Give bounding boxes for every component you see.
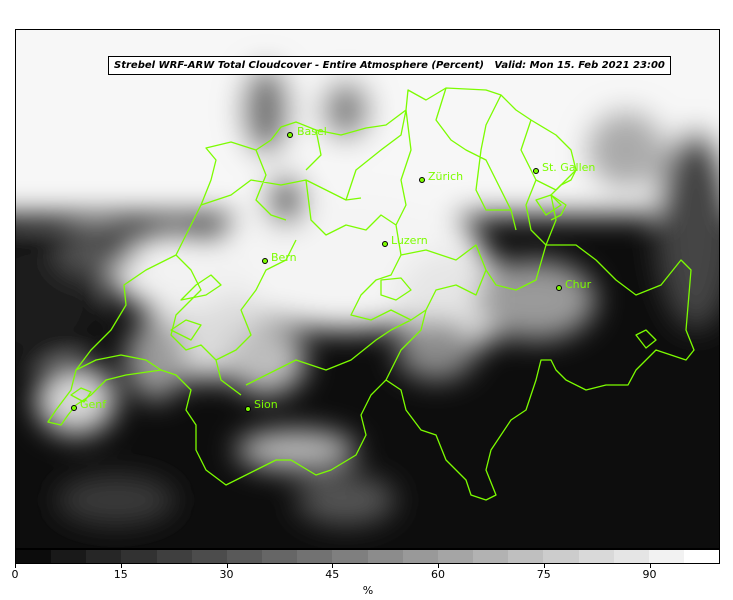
title-valid: Valid: Mon 15. Feb 2021 23:00 [494, 60, 665, 71]
city-label-zurich: Zürich [428, 170, 464, 183]
cloudcover-map [16, 30, 719, 525]
colorbar-tick-label: 45 [325, 568, 340, 581]
city-label-sion: Sion [254, 398, 278, 411]
city-dot-basel [287, 132, 293, 138]
colorbar-segment [648, 550, 684, 563]
colorbar-tick-label: 30 [219, 568, 234, 581]
city-dot-luzern [382, 241, 388, 247]
colorbar-segment [402, 550, 438, 563]
colorbar-tick-label: 15 [113, 568, 128, 581]
colorbar-segment [297, 550, 333, 563]
colorbar-segment [367, 550, 403, 563]
colorbar-segment [578, 550, 614, 563]
city-label-st-gallen: St. Gallen [542, 161, 596, 174]
city-dot-sion [245, 406, 251, 412]
colorbar-segment [121, 550, 157, 563]
colorbar-segment [508, 550, 544, 563]
city-dot-genf [71, 405, 77, 411]
colorbar [15, 549, 720, 564]
title-model: Strebel WRF-ARW Total Cloudcover - Entir… [114, 60, 484, 71]
city-label-genf: Genf [80, 398, 107, 411]
colorbar-tick-label: 75 [536, 568, 551, 581]
colorbar-segment [613, 550, 649, 563]
city-dot-chur [556, 285, 562, 291]
colorbar-segment [51, 550, 87, 563]
colorbar-tick-label: 60 [431, 568, 445, 581]
colorbar-segment [437, 550, 474, 563]
city-dot-zurich [419, 177, 425, 183]
colorbar-segment [156, 550, 192, 563]
colorbar-tick-label: 90 [642, 568, 657, 581]
colorbar-segment [262, 550, 298, 563]
colorbar-tick-label: 0 [11, 568, 19, 581]
colorbar-segment [16, 550, 52, 563]
colorbar-segment [543, 550, 579, 563]
city-dot-bern [262, 258, 268, 264]
city-label-basel: Basel [297, 125, 327, 138]
colorbar-segment [191, 550, 227, 563]
map-title: Strebel WRF-ARW Total Cloudcover - Entir… [108, 56, 671, 75]
city-label-bern: Bern [271, 251, 297, 264]
colorbar-segment [473, 550, 509, 563]
colorbar-unit-label: % [362, 584, 374, 597]
city-dot-st-gallen [533, 168, 539, 174]
colorbar-segment [332, 550, 368, 563]
city-label-chur: Chur [565, 278, 592, 291]
city-label-luzern: Luzern [391, 234, 428, 247]
colorbar-segment [683, 550, 720, 563]
map-frame [15, 29, 720, 549]
colorbar-segment [226, 550, 263, 563]
colorbar-segment [86, 550, 122, 563]
